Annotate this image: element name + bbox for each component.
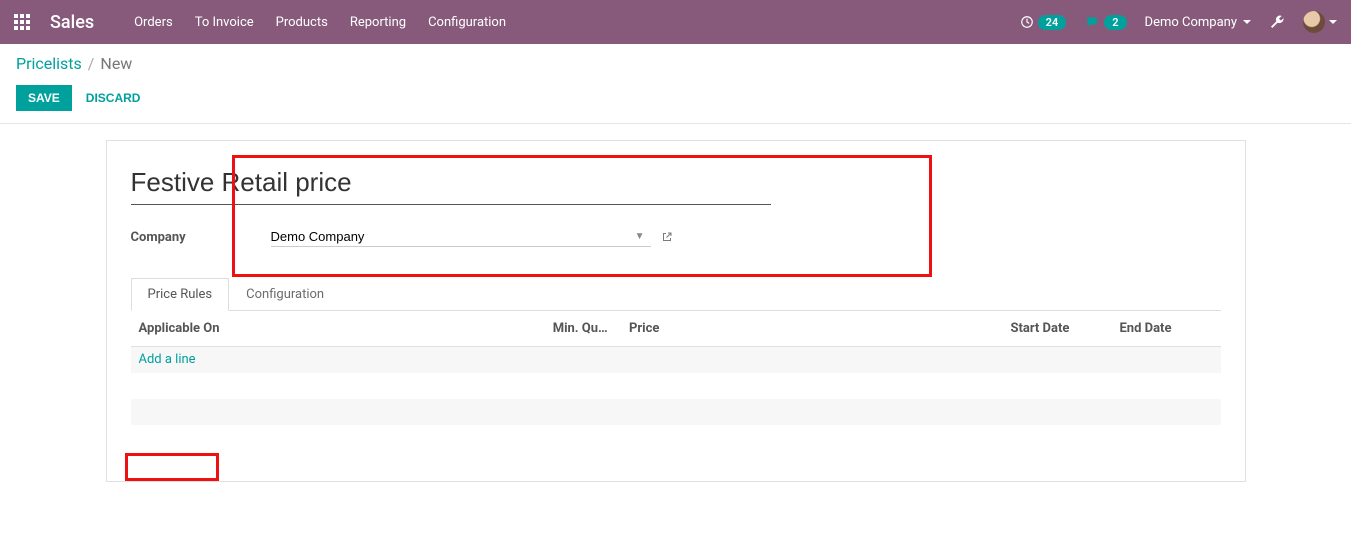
breadcrumb-separator: / <box>88 54 95 73</box>
form-sheet: Company ▼ Price Rules Configuration Appl… <box>106 140 1246 482</box>
col-applicable-on[interactable]: Applicable On <box>131 311 545 347</box>
chevron-down-icon <box>1243 20 1251 24</box>
breadcrumb-current: New <box>100 54 132 73</box>
chevron-down-icon <box>1329 20 1337 24</box>
col-end-date[interactable]: End Date <box>1111 311 1220 347</box>
wrench-icon <box>1269 14 1285 30</box>
nav-item-products[interactable]: Products <box>276 15 328 30</box>
annotation-highlight <box>125 453 219 481</box>
discard-button[interactable]: DISCARD <box>86 91 141 105</box>
breadcrumb-parent[interactable]: Pricelists <box>16 54 82 73</box>
add-a-line-link[interactable]: Add a line <box>139 352 196 367</box>
app-brand[interactable]: Sales <box>50 12 94 33</box>
developer-tools-button[interactable] <box>1269 14 1285 30</box>
breadcrumb: Pricelists / New <box>16 54 1335 73</box>
pricelist-name-input[interactable] <box>131 165 771 205</box>
nav-menu: Orders To Invoice Products Reporting Con… <box>134 15 506 30</box>
price-rules-table: Applicable On Min. Qu… Price Start Date … <box>131 311 1221 451</box>
messages-button[interactable]: 2 <box>1084 15 1126 30</box>
company-name: Demo Company <box>1145 15 1237 30</box>
apps-icon[interactable] <box>14 14 32 30</box>
chat-icon <box>1084 15 1100 29</box>
table-row: Add a line <box>131 347 1221 373</box>
company-field-label: Company <box>131 230 271 245</box>
user-avatar <box>1303 11 1325 33</box>
nav-item-orders[interactable]: Orders <box>134 15 173 30</box>
messages-badge: 2 <box>1104 15 1126 30</box>
company-field-input[interactable] <box>271 227 629 246</box>
notebook-tabs: Price Rules Configuration <box>131 277 1221 311</box>
clock-icon <box>1020 15 1034 29</box>
table-row <box>131 373 1221 399</box>
dropdown-caret-icon[interactable]: ▼ <box>629 231 651 242</box>
user-menu[interactable] <box>1303 11 1337 33</box>
activities-badge: 24 <box>1038 15 1067 30</box>
activities-button[interactable]: 24 <box>1020 15 1067 30</box>
top-navbar: Sales Orders To Invoice Products Reporti… <box>0 0 1351 44</box>
col-min-qty[interactable]: Min. Qu… <box>545 311 621 347</box>
external-link-icon[interactable] <box>661 231 673 243</box>
nav-item-to-invoice[interactable]: To Invoice <box>195 15 254 30</box>
col-price[interactable]: Price <box>621 311 1003 347</box>
nav-item-configuration[interactable]: Configuration <box>428 15 506 30</box>
nav-item-reporting[interactable]: Reporting <box>350 15 406 30</box>
save-button[interactable]: SAVE <box>16 85 72 111</box>
table-row <box>131 425 1221 451</box>
tab-price-rules[interactable]: Price Rules <box>131 278 230 311</box>
company-switcher[interactable]: Demo Company <box>1145 15 1251 30</box>
control-panel: Pricelists / New SAVE DISCARD <box>0 44 1351 124</box>
tab-configuration[interactable]: Configuration <box>229 278 341 311</box>
col-start-date[interactable]: Start Date <box>1002 311 1111 347</box>
table-row <box>131 399 1221 425</box>
